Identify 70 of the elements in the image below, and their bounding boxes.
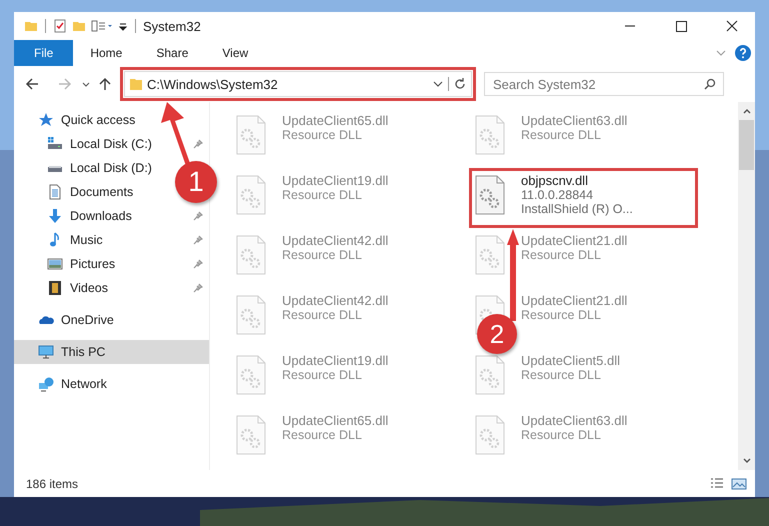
folder-icon [129,77,143,91]
back-arrow-icon[interactable] [24,76,40,92]
gear-file-icon [235,355,267,395]
file-name[interactable]: UpdateClient42.dll [282,293,388,308]
gear-file-icon [474,235,506,275]
gear-file-icon [235,175,267,215]
up-arrow-icon[interactable] [97,76,113,92]
file-detail: 11.0.0.28844 [521,188,594,202]
file-name[interactable]: UpdateClient19.dll [282,353,388,368]
sidebar-item[interactable]: This PC [14,340,209,364]
file-name[interactable]: UpdateClient21.dll [521,293,628,308]
ribbon-tab[interactable]: File [14,40,74,66]
gear-file-icon [474,115,506,155]
file-detail: Resource DLL [282,248,363,262]
sidebar-item[interactable]: Videos [14,276,209,300]
sidebar-item[interactable]: Local Disk (C:) [14,132,209,156]
monitor-icon [38,344,54,360]
file-detail: Resource DLL [282,128,363,142]
gear-file-icon [235,295,267,335]
file-detail: Resource DLL [521,368,602,382]
film-icon [47,280,63,296]
gear-file-icon [235,235,267,275]
gear-file-icon [474,415,506,455]
large-icons-view-icon[interactable] [731,476,747,492]
file-name[interactable]: UpdateClient65.dll [282,413,388,428]
file-detail: Resource DLL [282,368,363,382]
scrollbar-thumb[interactable] [739,120,754,170]
view-icon[interactable] [91,19,113,33]
item-count: 186 items [26,476,78,490]
file-name[interactable]: UpdateClient63.dll [521,113,628,128]
file-detail: Resource DLL [282,188,363,202]
file-name[interactable]: UpdateClient65.dll [282,113,388,128]
gear-file-icon [235,115,267,155]
sidebar-item[interactable]: Network [14,372,113,396]
sidebar-item[interactable]: Downloads [14,204,209,228]
window-title: System32 [143,18,201,34]
file-detail: Resource DLL [521,428,602,442]
file-detail: Resource DLL [521,308,602,322]
address-path: C:\Windows\System32 [147,76,279,92]
drive-icon [47,136,63,152]
file-detail: InstallShield (R) O... [521,202,633,216]
help-icon[interactable] [735,45,751,61]
file-detail: Resource DLL [282,428,363,442]
search-field[interactable]: Search System32 [484,72,724,96]
star-icon [38,112,54,128]
document-icon [47,184,63,200]
file-detail: Resource DLL [521,248,602,262]
file-detail: Resource DLL [282,308,363,322]
sidebar-item[interactable]: OneDrive [14,308,120,332]
file-name[interactable]: UpdateClient42.dll [282,233,388,248]
address-bar[interactable]: C:\Windows\System32 [124,71,472,97]
properties-icon[interactable] [53,19,67,33]
network-icon [38,376,54,392]
file-detail: Resource DLL [521,128,602,142]
file-name[interactable]: UpdateClient5.dll [521,353,620,368]
sidebar-item[interactable]: Documents [14,180,140,204]
sidebar-item[interactable]: Pictures [14,252,209,276]
file-name[interactable]: UpdateClient19.dll [282,173,388,188]
file-name[interactable]: UpdateClient63.dll [521,413,628,428]
gear-file-icon [474,175,506,215]
gear-file-icon [235,415,267,455]
sidebar-item[interactable]: Music [14,228,209,252]
sidebar-item[interactable]: Quick access [14,108,142,132]
picture-frame-icon [47,256,63,272]
file-name[interactable]: objpscnv.dll [521,173,633,188]
search-icon [704,78,716,90]
sidebar-item[interactable]: Local Disk (D:) [14,156,158,180]
gear-file-icon [474,355,506,395]
download-arrow-icon [47,208,63,224]
file-name[interactable]: UpdateClient21.dll [521,233,628,248]
